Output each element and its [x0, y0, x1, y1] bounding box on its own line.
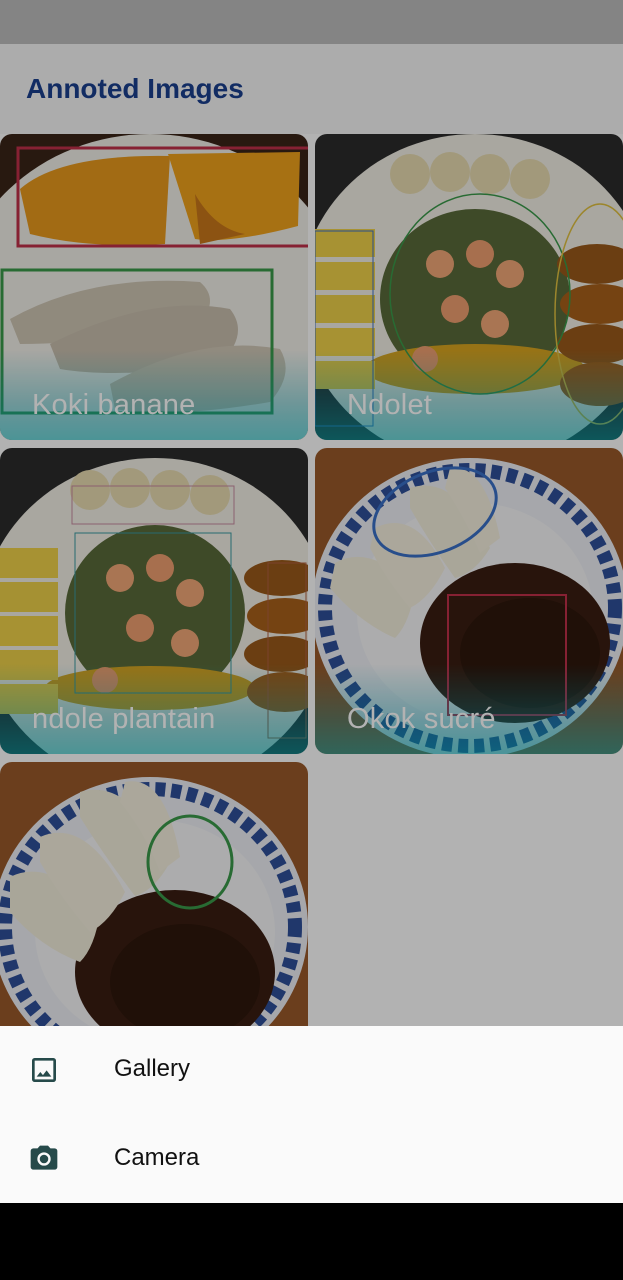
gallery-label: Gallery: [114, 1055, 191, 1082]
gallery-option[interactable]: Gallery: [0, 1026, 623, 1114]
camera-option[interactable]: Camera: [0, 1115, 623, 1203]
camera-label: Camera: [114, 1144, 200, 1171]
image-source-bottom-sheet: Gallery Camera: [0, 1026, 623, 1203]
app-screen: Annoted Images Koki banane Ndolet ndole …: [0, 0, 623, 1203]
system-navigation-bar: [0, 1203, 623, 1280]
modal-scrim[interactable]: [0, 0, 623, 1026]
image-icon: [32, 1058, 56, 1082]
camera-icon: [30, 1145, 58, 1170]
